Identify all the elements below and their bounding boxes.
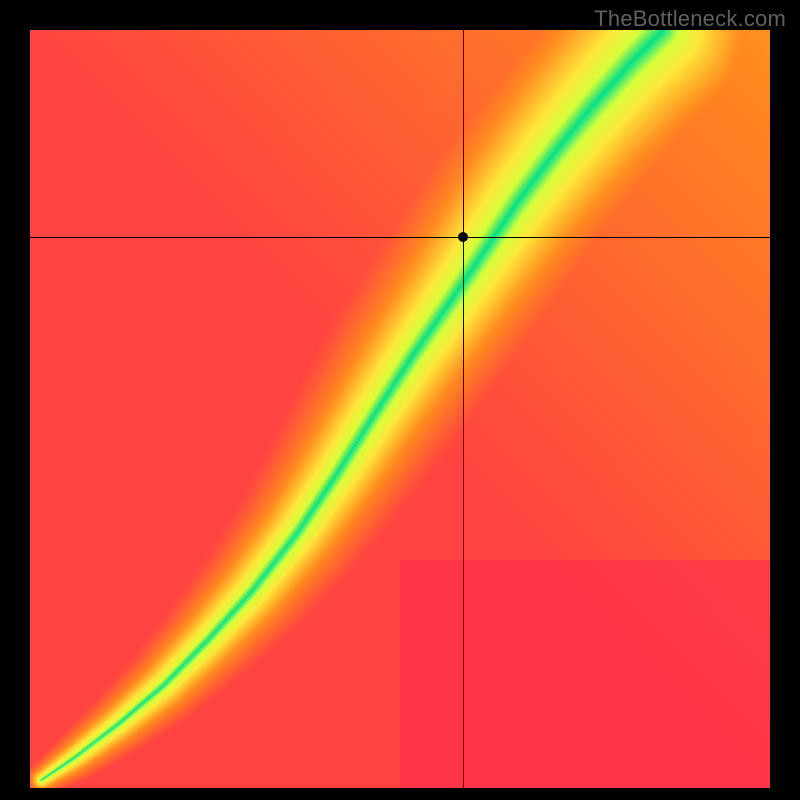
chart-stage: TheBottleneck.com	[0, 0, 800, 800]
bottleneck-heatmap	[30, 30, 770, 788]
watermark-label: TheBottleneck.com	[594, 6, 786, 32]
